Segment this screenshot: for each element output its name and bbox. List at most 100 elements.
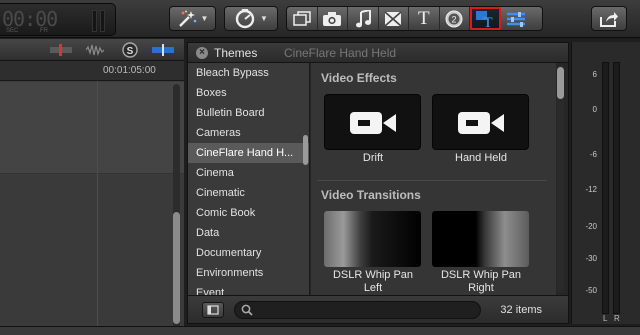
- effect-thumbnail-drift[interactable]: [324, 94, 421, 150]
- category-item[interactable]: Bulletin Board: [188, 103, 309, 123]
- grid-scrollbar-thumb[interactable]: [557, 67, 564, 99]
- photo-browser-tab[interactable]: [287, 7, 318, 30]
- category-scrollbar-thumb[interactable]: [303, 135, 308, 165]
- ruler-timecode: 00:01:05:00: [103, 65, 156, 76]
- db-label: -12: [585, 185, 597, 194]
- breadcrumb: CineFlare Hand Held: [284, 46, 397, 60]
- camera-tab[interactable]: [318, 7, 348, 30]
- inspector-icon: [506, 11, 525, 27]
- magic-wand-dropdown-icon: ▼: [200, 14, 209, 23]
- db-label: -20: [585, 222, 597, 231]
- main-toolbar: 00:00 SEC FR ▼ ▼ T 2 T: [0, 0, 640, 38]
- transition-thumbnail-whip-pan-left[interactable]: [324, 211, 421, 267]
- magic-wand-button[interactable]: ▼: [169, 6, 216, 31]
- timeline-panel: S 00:01:05:00: [0, 39, 184, 335]
- timeline-header: S: [0, 39, 184, 61]
- transition-label-whip-pan-left-line1: DSLR Whip Pan: [332, 269, 414, 281]
- category-item[interactable]: Documentary: [188, 243, 309, 263]
- generators-tab[interactable]: 2: [440, 7, 470, 30]
- db-label: -50: [585, 286, 597, 295]
- audio-waveform-icon[interactable]: [86, 44, 104, 56]
- audio-meter-right: [613, 62, 620, 314]
- snapping-icon[interactable]: [152, 44, 174, 56]
- retime-icon: [235, 8, 255, 28]
- ruler-marker-line: [97, 81, 98, 331]
- timeline-track-primary[interactable]: [0, 82, 184, 174]
- solo-icon[interactable]: S: [122, 42, 138, 58]
- timeline-ruler[interactable]: 00:01:05:00: [0, 61, 184, 81]
- svg-text:S: S: [127, 46, 134, 57]
- db-label: -6: [589, 150, 597, 159]
- timeline-scrollbar-thumb[interactable]: [173, 212, 180, 324]
- transition-label-whip-pan-left-line2: Left: [363, 282, 383, 294]
- category-item[interactable]: Data: [188, 223, 309, 243]
- category-item[interactable]: Boxes: [188, 83, 309, 103]
- svg-text:2: 2: [452, 14, 457, 24]
- themes-browser-footer: 32 items: [188, 295, 568, 323]
- theme-category-list: Bleach Bypass Boxes Bulletin Board Camer…: [188, 63, 310, 295]
- titles-icon: T: [417, 7, 430, 29]
- titles-tab[interactable]: T: [409, 7, 440, 30]
- meter-channel-left: L: [603, 314, 608, 323]
- category-item[interactable]: Environments: [188, 263, 309, 283]
- themes-browser-header: × Themes CineFlare Hand Held: [188, 43, 568, 63]
- inspector-tab[interactable]: [501, 7, 532, 30]
- audio-meter-left: [602, 62, 609, 314]
- themes-label: Themes: [214, 46, 258, 60]
- retime-dropdown-icon: ▼: [260, 14, 268, 23]
- music-tab[interactable]: [348, 7, 379, 30]
- timeline-scrollbar[interactable]: [173, 84, 180, 329]
- photo-browser-icon: [293, 10, 311, 26]
- sidebar-icon: [207, 305, 219, 315]
- audio-mini-meter-right: [100, 10, 105, 32]
- share-button[interactable]: [591, 6, 627, 31]
- fr-label: FR: [40, 28, 48, 34]
- search-input[interactable]: [257, 303, 472, 317]
- media-browser-tabs: T 2 T: [286, 6, 543, 31]
- effect-thumbnail-hand-held[interactable]: [432, 94, 529, 150]
- sec-label: SEC: [6, 28, 19, 34]
- themes-browser: × Themes CineFlare Hand Held Bleach Bypa…: [187, 42, 569, 324]
- effect-label-drift: Drift: [362, 152, 384, 164]
- section-divider: [317, 180, 547, 181]
- speed-retime-button[interactable]: ▼: [224, 6, 278, 31]
- video-transitions-heading: Video Transitions: [321, 188, 421, 202]
- db-label: 6: [592, 70, 597, 79]
- effect-label-hand-held: Hand Held: [455, 152, 507, 164]
- themes-icon: T: [476, 10, 493, 28]
- transition-label-whip-pan-right-line2: Right: [468, 282, 494, 294]
- category-item[interactable]: Cinema: [188, 163, 309, 183]
- transitions-tab[interactable]: [379, 7, 409, 30]
- themes-tab[interactable]: T: [470, 7, 501, 30]
- transition-thumbnail-whip-pan-right[interactable]: [432, 211, 529, 267]
- camera-icon: [323, 11, 342, 26]
- category-item[interactable]: Cinematic: [188, 183, 309, 203]
- category-item[interactable]: Cameras: [188, 123, 309, 143]
- timeline-track-secondary[interactable]: [0, 175, 184, 325]
- db-label: -30: [585, 254, 597, 263]
- category-item-selected[interactable]: CineFlare Hand H...: [188, 143, 309, 163]
- category-item[interactable]: Bleach Bypass: [188, 63, 309, 83]
- video-effects-heading: Video Effects: [321, 71, 397, 85]
- db-label: 0: [592, 105, 597, 114]
- audio-meters-panel: 6 0 -6 -12 -20 -30 -50 L R: [571, 42, 640, 324]
- category-item[interactable]: Comic Book: [188, 203, 309, 223]
- timecode-display[interactable]: 00:00 SEC FR: [0, 3, 116, 36]
- search-icon: [241, 304, 253, 316]
- grid-scrollbar[interactable]: [557, 65, 564, 293]
- transitions-icon: [384, 10, 402, 27]
- transition-label-whip-pan-right-line1: DSLR Whip Pan: [440, 269, 522, 281]
- magic-wand-icon: [178, 10, 196, 27]
- close-icon[interactable]: ×: [196, 47, 208, 59]
- clip-appearance-icon[interactable]: [50, 44, 72, 56]
- toggle-sidebar-button[interactable]: [202, 302, 224, 318]
- bottom-status-strip: [0, 326, 640, 335]
- category-item[interactable]: Event: [188, 283, 309, 295]
- item-count: 32 items: [500, 304, 542, 316]
- video-camera-icon: [458, 112, 504, 134]
- audio-mini-meter-left: [92, 10, 97, 32]
- search-field[interactable]: [234, 301, 481, 319]
- generators-icon: 2: [445, 10, 463, 27]
- theme-items-grid: Video Effects Drift Hand Held Video Tran…: [311, 63, 556, 295]
- video-camera-icon: [350, 112, 396, 134]
